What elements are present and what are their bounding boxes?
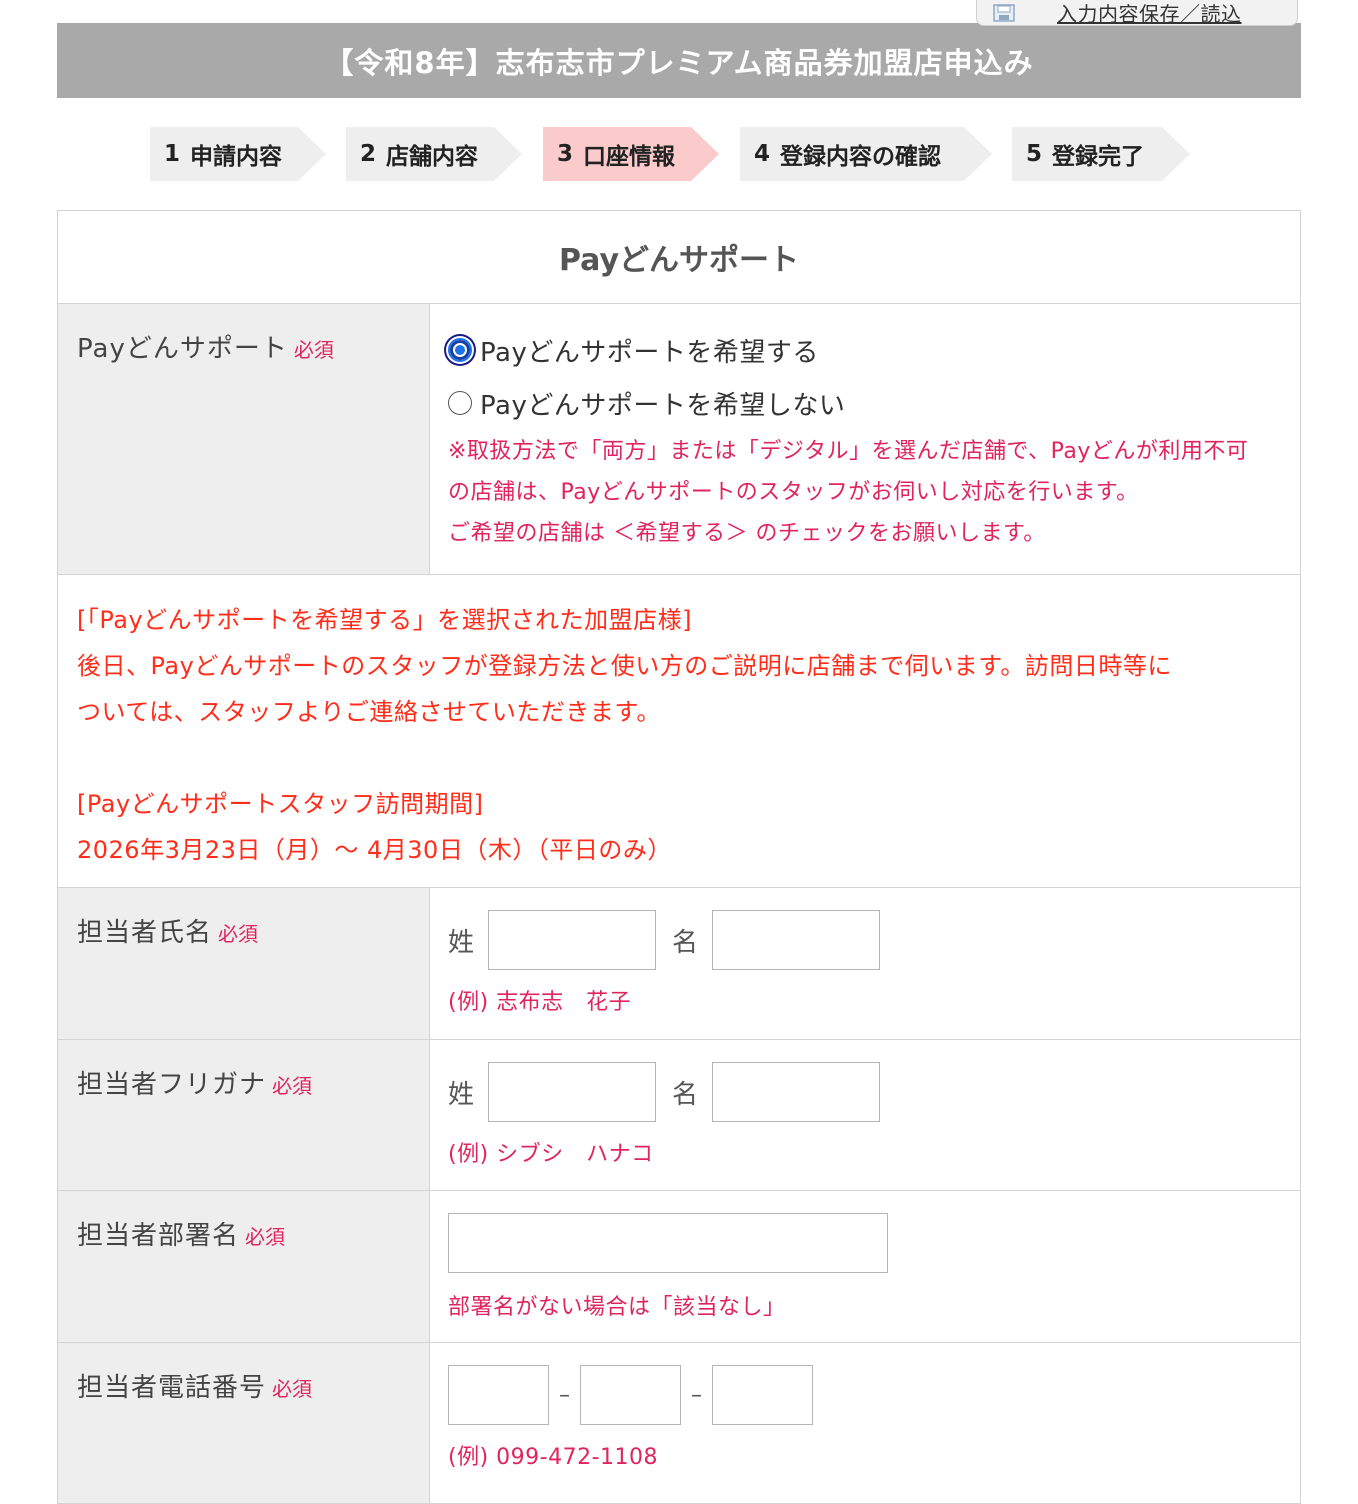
radio-label[interactable]: Payどんサポートを希望しない	[480, 385, 845, 422]
example-text: (例) シブシ ハナコ	[448, 1142, 654, 1167]
step-label: 申請内容	[190, 144, 283, 170]
required-badge: 必須	[245, 1225, 286, 1249]
step-label: 店舗内容	[386, 144, 479, 170]
step-label: 口座情報	[583, 144, 676, 170]
example-text: (例) 志布志 花子	[448, 990, 632, 1015]
support-note-line: ※取扱方法で「両方」または「デジタル」を選んだ店舗で、Payどんが利用不可	[448, 439, 1249, 464]
phone-separator: –	[559, 1382, 570, 1408]
required-badge: 必須	[272, 1377, 313, 1401]
required-badge: 必須	[293, 338, 334, 362]
contact-name-value-cell: 姓 名 (例) 志布志 花子	[430, 888, 1300, 1039]
department-input[interactable]	[448, 1213, 888, 1273]
radio-label[interactable]: Payどんサポートを希望する	[480, 332, 819, 369]
first-name-kana-input[interactable]	[712, 1062, 881, 1122]
example-text: (例) 099-472-1108	[448, 1445, 659, 1470]
first-name-input[interactable]	[712, 910, 881, 970]
field-label: 担当者氏名	[77, 918, 213, 948]
floppy-disk-icon	[993, 3, 1015, 22]
department-label-cell: 担当者部署名 必須	[58, 1191, 430, 1342]
phone-area-input[interactable]	[448, 1365, 549, 1425]
progress-steps: 1 申請内容 2 店舗内容 3 口座情報 4 登録内容の確認 5 登録完了	[150, 127, 1190, 181]
radio-option-not-want[interactable]: Payどんサポートを希望しない	[448, 381, 1282, 425]
step-number: 3	[557, 141, 574, 167]
last-name-kana-input[interactable]	[488, 1062, 657, 1122]
info-line: [Payどんサポートスタッフ訪問期間]	[77, 790, 484, 818]
support-row: Payどんサポート 必須 Payどんサポートを希望する Payどんサポートを希望し…	[58, 304, 1300, 575]
form-table: Payどんサポート Payどんサポート 必須 Payどんサポートを希望する Pay…	[57, 210, 1301, 1504]
required-badge: 必須	[218, 922, 259, 946]
info-line: 後日、Payどんサポートのスタッフが登録方法と使い方のご説明に店舗まで伺います。…	[77, 652, 1172, 680]
sei-label: 姓	[448, 1079, 475, 1110]
department-note: 部署名がない場合は「該当なし」	[448, 1295, 786, 1320]
step-label: 登録完了	[1052, 144, 1145, 170]
save-load-link[interactable]: 入力内容保存／読込	[1057, 0, 1242, 27]
step-1: 1 申請内容	[150, 127, 326, 181]
support-info: [「Payどんサポートを希望する」を選択された加盟店様] 後日、Payどんサポー…	[58, 575, 1300, 888]
page-title: 【令和8年】志布志市プレミアム商品券加盟店申込み	[57, 23, 1301, 98]
phone-exchange-input[interactable]	[580, 1365, 681, 1425]
phone-row: 担当者電話番号 必須 – – (例) 099-472-1108	[58, 1343, 1300, 1503]
step-number: 4	[754, 141, 771, 167]
support-note-line: ご希望の店舗は ＜希望する＞ のチェックをお願いします。	[448, 521, 1046, 546]
phone-value-cell: – – (例) 099-472-1108	[430, 1343, 1300, 1503]
support-value-cell: Payどんサポートを希望する Payどんサポートを希望しない ※取扱方法で「両方…	[430, 304, 1300, 574]
section-title: Payどんサポート	[58, 211, 1300, 304]
step-5: 5 登録完了	[1012, 127, 1190, 181]
last-name-input[interactable]	[488, 910, 657, 970]
step-number: 2	[360, 141, 377, 167]
mei-label: 名	[672, 927, 699, 958]
contact-kana-row: 担当者フリガナ 必須 姓 名 (例) シブシ ハナコ	[58, 1040, 1300, 1191]
step-number: 5	[1026, 141, 1043, 167]
field-label: Payどんサポート	[77, 334, 288, 364]
save-load-tab: 入力内容保存／読込	[976, 0, 1298, 26]
sei-label: 姓	[448, 927, 475, 958]
radio-option-want[interactable]: Payどんサポートを希望する	[448, 328, 1282, 372]
step-3-active: 3 口座情報	[543, 127, 719, 181]
field-label: 担当者部署名	[77, 1221, 240, 1251]
contact-name-row: 担当者氏名 必須 姓 名 (例) 志布志 花子	[58, 888, 1300, 1040]
info-line: ついては、スタッフよりご連絡させていただきます。	[77, 698, 661, 726]
phone-label-cell: 担当者電話番号 必須	[58, 1343, 430, 1503]
phone-number-input[interactable]	[712, 1365, 813, 1425]
contact-name-label-cell: 担当者氏名 必須	[58, 888, 430, 1039]
support-note: ※取扱方法で「両方」または「デジタル」を選んだ店舗で、Payどんが利用不可 の店…	[448, 431, 1282, 554]
required-badge: 必須	[272, 1074, 313, 1098]
step-2: 2 店舗内容	[346, 127, 522, 181]
step-4: 4 登録内容の確認	[740, 127, 992, 181]
contact-kana-value-cell: 姓 名 (例) シブシ ハナコ	[430, 1040, 1300, 1190]
mei-label: 名	[672, 1079, 699, 1110]
radio-button[interactable]	[448, 391, 472, 415]
step-label: 登録内容の確認	[780, 144, 942, 170]
phone-separator: –	[691, 1382, 702, 1408]
field-label: 担当者フリガナ	[77, 1070, 267, 1100]
support-label-cell: Payどんサポート 必須	[58, 304, 430, 574]
support-note-line: の店舗は、Payどんサポートのスタッフがお伺いし対応を行います。	[448, 480, 1139, 505]
contact-kana-label-cell: 担当者フリガナ 必須	[58, 1040, 430, 1190]
info-line: 2026年3月23日（月）〜 4月30日（木）（平日のみ）	[77, 836, 672, 864]
department-value-cell: 部署名がない場合は「該当なし」	[430, 1191, 1300, 1342]
step-number: 1	[164, 141, 181, 167]
radio-button-checked[interactable]	[448, 338, 472, 362]
department-row: 担当者部署名 必須 部署名がない場合は「該当なし」	[58, 1191, 1300, 1343]
field-label: 担当者電話番号	[77, 1373, 267, 1403]
info-line: [「Payどんサポートを希望する」を選択された加盟店様]	[77, 606, 693, 634]
